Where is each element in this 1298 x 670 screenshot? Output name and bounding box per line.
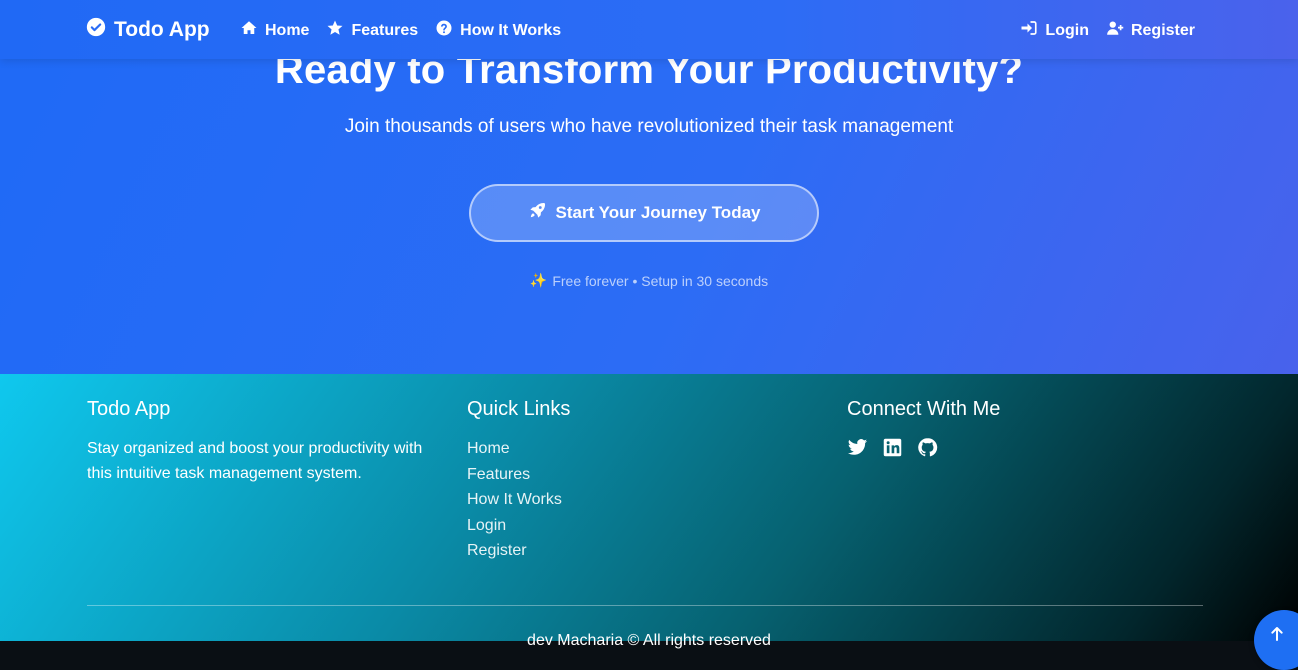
sparkles-icon: ✨	[529, 272, 548, 288]
start-journey-button[interactable]: Start Your Journey Today	[469, 184, 819, 242]
user-plus-icon	[1106, 19, 1124, 42]
social-links	[847, 437, 1000, 458]
hero-subtitle: Join thousands of users who have revolut…	[344, 116, 954, 137]
footer-link-home[interactable]: Home	[467, 438, 570, 460]
footer-link-login[interactable]: Login	[467, 515, 570, 537]
nav-right-menu: Login Register	[1020, 19, 1195, 42]
arrow-up-icon	[1269, 610, 1298, 647]
nav-features[interactable]: Features	[326, 19, 418, 42]
footer-link-register[interactable]: Register	[467, 540, 570, 562]
twitter-icon[interactable]	[847, 437, 868, 458]
footer-about-text: Stay organized and boost your productivi…	[87, 440, 423, 482]
github-icon[interactable]	[917, 437, 938, 458]
nav-how-it-works[interactable]: How It Works	[435, 19, 561, 42]
nav-login[interactable]: Login	[1020, 19, 1089, 42]
nav-register-label: Register	[1130, 21, 1195, 39]
nav-home-label: Home	[265, 21, 310, 39]
sign-in-icon	[1020, 19, 1038, 42]
copyright-text: dev Macharia © All rights reserved	[527, 632, 771, 649]
footer-link-how-it-works[interactable]: How It Works	[467, 489, 570, 511]
nav-register[interactable]: Register	[1106, 19, 1195, 42]
brand-link[interactable]: Todo App	[86, 17, 210, 43]
star-icon	[326, 19, 344, 42]
site-footer: Todo App Stay organized and boost your p…	[0, 374, 1298, 649]
nav-features-label: Features	[351, 21, 419, 39]
nav-how-it-works-label: How It Works	[460, 21, 562, 39]
footer-links-list: Home Features How It Works Login Registe…	[467, 438, 570, 562]
brand-name: Todo App	[114, 18, 210, 41]
check-circle-icon	[86, 17, 106, 43]
linkedin-icon[interactable]	[882, 437, 903, 458]
footer-quick-links-title: Quick Links	[467, 398, 571, 420]
footer-connect-title: Connect With Me	[847, 398, 1001, 420]
footer-link-features[interactable]: Features	[467, 464, 570, 486]
hero-note: ✨ Free forever • Setup in 30 seconds	[0, 272, 1298, 289]
rocket-icon	[528, 201, 547, 225]
footer-quick-links: Quick Links Home Features How It Works L…	[467, 398, 570, 562]
question-circle-icon	[435, 19, 453, 42]
footer-connect: Connect With Me	[847, 398, 1000, 458]
footer-about: Todo App Stay organized and boost your p…	[87, 398, 447, 486]
footer-about-title: Todo App	[87, 398, 171, 420]
nav-left-menu: Home Features How It Works	[240, 19, 561, 42]
start-journey-label: Start Your Journey Today	[555, 203, 761, 222]
home-icon	[240, 19, 258, 42]
top-navbar: Todo App Home Features How It Works Logi…	[0, 0, 1298, 59]
nav-login-label: Login	[1045, 21, 1089, 39]
footer-divider	[87, 605, 1203, 606]
hero-note-text: Free forever • Setup in 30 seconds	[552, 272, 769, 289]
nav-home[interactable]: Home	[240, 19, 309, 42]
